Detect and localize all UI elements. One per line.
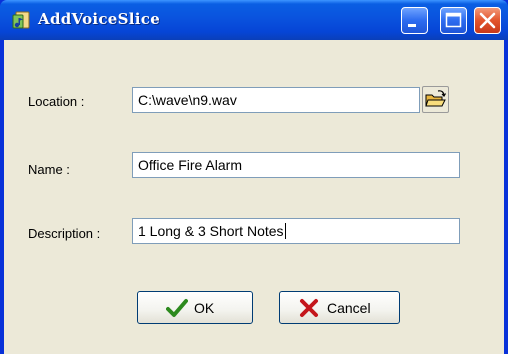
name-field[interactable]: Office Fire Alarm	[132, 152, 460, 178]
check-icon	[166, 298, 188, 321]
x-icon	[299, 298, 319, 321]
add-voice-slice-dialog: AddVoiceSlice Location : C:\wave\n9.wav	[0, 0, 508, 354]
browse-button[interactable]	[422, 86, 449, 113]
name-label: Name :	[28, 162, 70, 177]
location-label: Location :	[28, 94, 85, 109]
close-icon	[475, 12, 500, 37]
close-button[interactable]	[474, 7, 501, 34]
description-text: 1 Long & 3 Short Notes	[138, 223, 284, 239]
ok-button[interactable]: OK	[137, 291, 253, 324]
ok-label: OK	[194, 300, 215, 316]
cancel-button[interactable]: Cancel	[279, 291, 400, 324]
cancel-label: Cancel	[327, 300, 371, 316]
music-file-icon	[10, 9, 32, 31]
window-title: AddVoiceSlice	[38, 10, 161, 28]
dialog-body: Location : C:\wave\n9.wav Name : Office …	[4, 40, 504, 354]
location-field[interactable]: C:\wave\n9.wav	[132, 87, 420, 113]
maximize-button[interactable]	[440, 7, 467, 34]
title-bar[interactable]: AddVoiceSlice	[0, 0, 508, 40]
minimize-button[interactable]	[401, 7, 428, 34]
maximize-icon	[441, 12, 466, 37]
description-field[interactable]: 1 Long & 3 Short Notes	[132, 218, 460, 244]
folder-open-icon	[423, 90, 448, 116]
text-caret	[284, 223, 286, 239]
minimize-icon	[402, 20, 427, 37]
description-label: Description :	[28, 226, 101, 241]
